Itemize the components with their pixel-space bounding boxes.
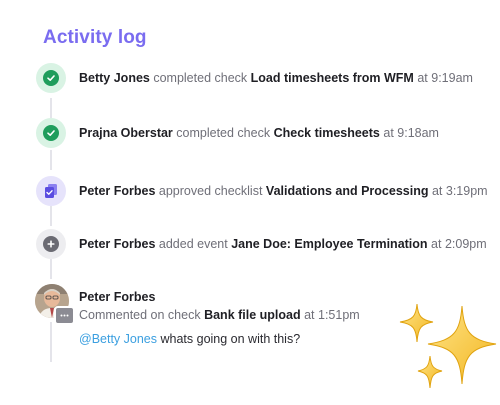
comment-author: Peter Forbes [79,289,155,305]
sparkles-icon [390,296,500,400]
activity-object-link[interactable]: Validations and Processing [266,184,429,198]
activity-time: at 9:19am [417,71,473,85]
actor-name[interactable]: Peter Forbes [79,237,155,251]
check-icon [36,118,66,148]
activity-object-link[interactable]: Load timesheets from WFM [251,71,414,85]
activity-time: at 3:19pm [431,184,488,198]
actor-name[interactable]: Peter Forbes [79,290,155,304]
activity-verb: completed check [153,71,248,85]
activity-entry: Peter Forbes approved checklist Validati… [79,183,488,199]
timeline-connector [50,259,52,279]
activity-object-link[interactable]: Check timesheets [274,126,380,140]
timeline-connector [50,322,52,362]
page-title: Activity log [43,27,147,48]
comment-message: whats going on with this? [157,332,301,346]
activity-time: at 2:09pm [431,237,487,251]
activity-entry: Betty Jones completed check Load timeshe… [79,70,473,86]
activity-verb: added event [158,237,228,251]
actor-name[interactable]: Peter Forbes [79,184,155,198]
activity-verb: Commented on check [79,308,201,322]
activity-verb: completed check [176,126,271,140]
check-icon [36,63,66,93]
checklist-approved-icon [36,176,66,206]
activity-object-link[interactable]: Bank file upload [204,308,301,322]
mention-link[interactable]: @Betty Jones [79,332,157,346]
activity-entry: Prajna Oberstar completed check Check ti… [79,125,439,141]
comment-body: @Betty Jones whats going on with this? [79,331,300,347]
timeline-connector [50,98,52,118]
activity-entry: Peter Forbes added event Jane Doe: Emplo… [79,236,487,252]
actor-name[interactable]: Betty Jones [79,71,150,85]
activity-time: at 1:51pm [304,308,360,322]
activity-verb: approved checklist [158,184,263,198]
timeline-connector [50,206,52,226]
comment-icon [54,306,75,325]
add-event-icon [36,229,66,259]
timeline-connector [50,150,52,170]
activity-time: at 9:18am [383,126,439,140]
activity-object-link[interactable]: Jane Doe: Employee Termination [231,237,427,251]
actor-name[interactable]: Prajna Oberstar [79,126,173,140]
comment-context: Commented on check Bank file upload at 1… [79,307,360,323]
